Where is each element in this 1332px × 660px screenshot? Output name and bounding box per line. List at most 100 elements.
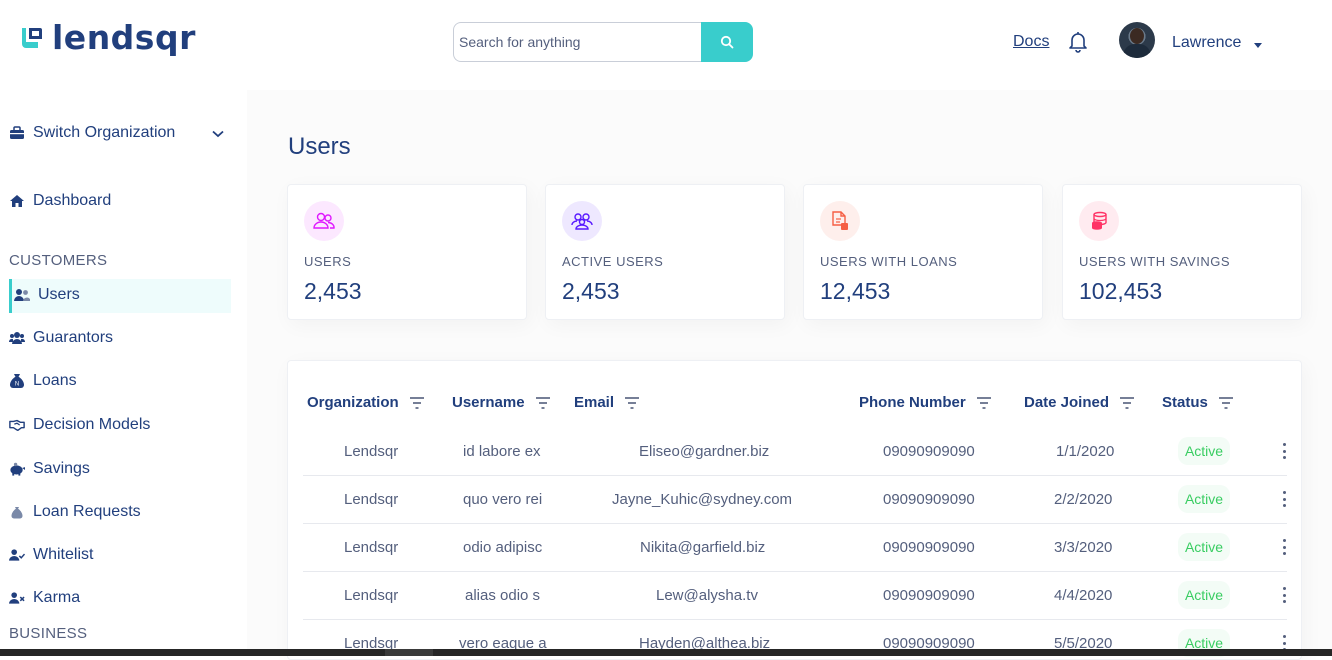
cell-date-joined: 4/4/2020 bbox=[1054, 587, 1113, 604]
filter-icon[interactable] bbox=[535, 396, 551, 409]
search-bar bbox=[453, 22, 753, 62]
sidebar-item-label: Whitelist bbox=[33, 546, 94, 563]
caret-down-icon[interactable] bbox=[1254, 43, 1262, 48]
cell-email: Eliseo@gardner.biz bbox=[639, 443, 770, 460]
switch-organization-label: Switch Organization bbox=[33, 124, 176, 141]
avatar-body bbox=[1123, 44, 1151, 58]
search-input[interactable] bbox=[453, 22, 701, 62]
logo-text: lendsqr bbox=[52, 18, 196, 57]
horizontal-scrollbar[interactable] bbox=[0, 649, 1332, 656]
sidebar-item-karma[interactable]: Karma bbox=[9, 589, 80, 607]
stat-card-users-with-savings: USERS WITH SAVINGS 102,453 bbox=[1062, 184, 1302, 320]
active-users-stat-icon bbox=[562, 201, 602, 241]
stat-value: 2,453 bbox=[304, 278, 362, 304]
users-stat-icon bbox=[304, 201, 344, 241]
sidebar-item-label: Loans bbox=[33, 372, 77, 389]
page-title: Users bbox=[288, 133, 351, 160]
cell-phone: 09090909090 bbox=[883, 539, 975, 556]
handshake-icon bbox=[9, 417, 25, 433]
column-label: Date Joined bbox=[1024, 394, 1110, 411]
savings-stat-icon bbox=[1079, 201, 1119, 241]
customers-heading: CUSTOMERS bbox=[9, 252, 108, 269]
row-divider bbox=[303, 571, 1287, 572]
stat-value: 102,453 bbox=[1079, 278, 1163, 304]
filter-icon[interactable] bbox=[1119, 396, 1135, 409]
sidebar-item-loans[interactable]: N Loans bbox=[9, 372, 77, 390]
briefcase-icon bbox=[9, 125, 25, 141]
stat-label: USERS bbox=[304, 254, 352, 269]
cell-date-joined: 1/1/2020 bbox=[1056, 443, 1115, 460]
column-header-date-joined[interactable]: Date Joined bbox=[1024, 394, 1135, 411]
stat-label: ACTIVE USERS bbox=[562, 254, 664, 269]
cell-organization: Lendsqr bbox=[344, 443, 399, 460]
cell-date-joined: 3/3/2020 bbox=[1054, 539, 1113, 556]
column-header-phone-number[interactable]: Phone Number bbox=[859, 394, 992, 411]
more-options-icon[interactable] bbox=[1282, 491, 1286, 507]
business-heading: BUSINESS bbox=[9, 625, 88, 642]
sidebar-item-savings[interactable]: Savings bbox=[9, 460, 90, 478]
column-label: Username bbox=[452, 394, 525, 411]
top-navbar: lendsqr Docs Lawrence bbox=[0, 0, 1332, 90]
more-options-icon[interactable] bbox=[1282, 443, 1286, 459]
stat-label: USERS WITH SAVINGS bbox=[1079, 254, 1231, 269]
cell-email: Nikita@garfield.biz bbox=[640, 539, 766, 556]
users-table bbox=[287, 360, 1302, 660]
column-header-username[interactable]: Username bbox=[452, 394, 551, 411]
cell-username: odio adipisc bbox=[463, 539, 543, 556]
cell-email: Jayne_Kuhic@sydney.com bbox=[612, 491, 793, 508]
avatar[interactable] bbox=[1119, 22, 1155, 58]
avatar-face bbox=[1130, 28, 1144, 44]
cell-phone: 09090909090 bbox=[883, 443, 975, 460]
filter-icon[interactable] bbox=[624, 396, 640, 409]
chevron-down-icon[interactable] bbox=[212, 130, 224, 138]
status-badge: Active bbox=[1178, 437, 1230, 465]
cell-organization: Lendsqr bbox=[344, 539, 399, 556]
row-divider bbox=[303, 619, 1287, 620]
stat-card-active-users: ACTIVE USERS 2,453 bbox=[545, 184, 785, 320]
sidebar-item-whitelist[interactable]: Whitelist bbox=[9, 546, 93, 564]
search-icon bbox=[720, 35, 734, 49]
sidebar-item-label: Karma bbox=[33, 589, 81, 606]
cell-date-joined: 2/2/2020 bbox=[1054, 491, 1113, 508]
sidebar-item-users[interactable]: Users bbox=[14, 286, 80, 304]
user-check-icon bbox=[9, 547, 25, 563]
column-header-status[interactable]: Status bbox=[1162, 394, 1234, 411]
more-options-icon[interactable] bbox=[1282, 539, 1286, 555]
column-header-organization[interactable]: Organization bbox=[307, 394, 425, 411]
switch-organization[interactable]: Switch Organization bbox=[9, 124, 175, 142]
status-badge: Active bbox=[1178, 485, 1230, 513]
sidebar-item-dashboard[interactable]: Dashboard bbox=[9, 192, 111, 210]
column-label: Phone Number bbox=[859, 394, 966, 411]
column-header-email[interactable]: Email bbox=[574, 394, 640, 411]
filter-icon[interactable] bbox=[1218, 396, 1234, 409]
sidebar-item-decision-models[interactable]: Decision Models bbox=[9, 416, 150, 434]
filter-icon[interactable] bbox=[409, 396, 425, 409]
svg-text:N: N bbox=[15, 382, 19, 388]
guarantors-icon bbox=[9, 330, 25, 346]
search-button[interactable] bbox=[701, 22, 753, 62]
logo-mark-icon bbox=[22, 28, 42, 48]
sidebar-item-guarantors[interactable]: Guarantors bbox=[9, 329, 113, 347]
sidebar-item-label: Dashboard bbox=[33, 192, 112, 209]
cell-organization: Lendsqr bbox=[344, 491, 399, 508]
user-name[interactable]: Lawrence bbox=[1172, 34, 1241, 52]
column-label: Status bbox=[1162, 394, 1208, 411]
bell-icon[interactable] bbox=[1066, 29, 1090, 53]
more-options-icon[interactable] bbox=[1282, 587, 1286, 603]
status-badge: Active bbox=[1178, 533, 1230, 561]
stat-value: 12,453 bbox=[820, 278, 891, 304]
sidebar-item-label: Guarantors bbox=[33, 329, 114, 346]
lendsqr-logo[interactable]: lendsqr bbox=[20, 20, 196, 56]
column-label: Organization bbox=[307, 394, 399, 411]
docs-link[interactable]: Docs bbox=[1013, 33, 1049, 51]
user-x-icon bbox=[9, 590, 25, 606]
sidebar-item-label: Savings bbox=[33, 460, 90, 477]
cell-username: id labore ex bbox=[463, 443, 541, 460]
sidebar-item-loan-requests[interactable]: Loan Requests bbox=[9, 503, 141, 521]
loans-stat-icon bbox=[820, 201, 860, 241]
scrollbar-thumb[interactable] bbox=[385, 649, 433, 656]
cell-email: Lew@alysha.tv bbox=[656, 587, 758, 604]
filter-icon[interactable] bbox=[976, 396, 992, 409]
row-divider bbox=[303, 523, 1287, 524]
loan-request-icon bbox=[9, 504, 25, 520]
